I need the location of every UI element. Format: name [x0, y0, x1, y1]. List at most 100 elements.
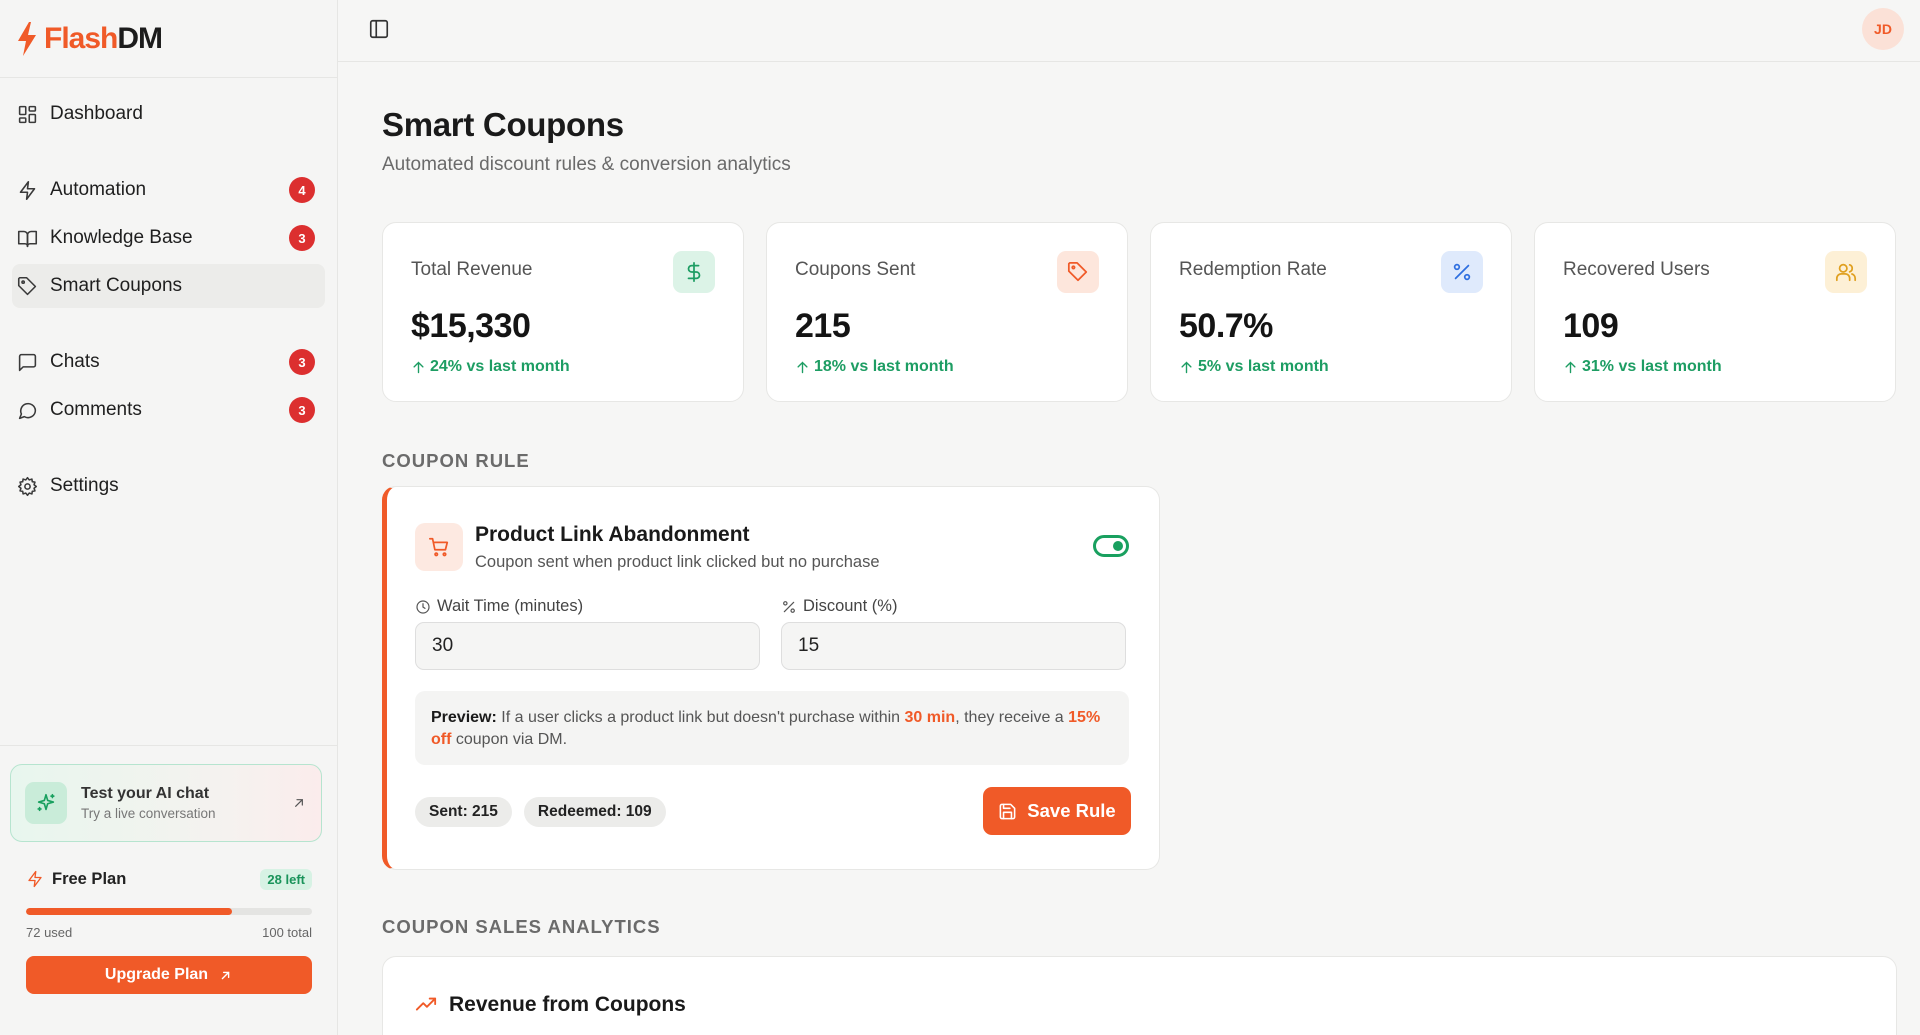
save-rule-button[interactable]: Save Rule [983, 787, 1131, 835]
stat-label: Coupons Sent [795, 259, 916, 280]
stat-value: 215 [795, 307, 851, 345]
sidebar-item-knowledge-base[interactable]: Knowledge Base 3 [12, 216, 325, 260]
avatar[interactable]: JD [1862, 8, 1904, 50]
rule-stats-chips: Sent: 215 Redeemed: 109 [415, 797, 666, 827]
preview-wait-highlight: 30 min [904, 709, 956, 726]
arrow-up-icon [413, 361, 424, 373]
arrow-up-right-icon [221, 971, 230, 979]
stat-trend: 18% vs last month [795, 358, 1099, 376]
clock-icon [416, 599, 430, 614]
coupon-rule-card: Product Link Abandonment Coupon sent whe… [382, 486, 1160, 870]
trending-up-icon [415, 997, 437, 1011]
arrow-up-right-icon [291, 795, 307, 811]
dollar-icon [673, 251, 715, 293]
page-subtitle: Automated discount rules & conversion an… [382, 154, 791, 175]
plan-remaining-badge: 28 left [260, 868, 312, 890]
redeemed-chip: Redeemed: 109 [523, 797, 666, 827]
stats-row: Total Revenue $15,330 24% vs last month … [382, 222, 1897, 402]
dashboard-icon [16, 103, 38, 125]
plan-total-label: 100 total [262, 925, 312, 940]
upgrade-label: Upgrade Plan [104, 966, 209, 983]
topbar: JD [338, 0, 1920, 62]
test-card-subtitle: Try a live conversation [81, 806, 216, 821]
sidebar-item-chats[interactable]: Chats 3 [12, 340, 325, 384]
panel-left-icon [369, 19, 389, 39]
save-icon [999, 803, 1016, 819]
stat-label: Redemption Rate [1179, 259, 1327, 280]
notification-badge: 3 [289, 349, 315, 375]
users-icon [1825, 251, 1867, 293]
stat-value: 50.7% [1179, 307, 1273, 345]
discount-input[interactable]: 15 [781, 622, 1126, 670]
revenue-analytics-card: Revenue from Coupons [382, 956, 1897, 1035]
brand-logo[interactable]: FlashDM [0, 0, 337, 78]
brand-name: FlashDM [44, 21, 163, 55]
save-rule-label: Save Rule [1027, 800, 1116, 821]
rule-enabled-toggle[interactable] [1093, 535, 1129, 557]
sidebar-item-smart-coupons[interactable]: Smart Coupons [12, 264, 325, 308]
plan-used-label: 72 used [26, 925, 73, 940]
sidebar-item-dashboard[interactable]: Dashboard [12, 92, 325, 136]
stat-card-total-revenue: Total Revenue $15,330 24% vs last month [382, 222, 744, 402]
sidebar-item-automation[interactable]: Automation 4 [12, 168, 325, 212]
cart-icon [415, 523, 463, 571]
analytics-card-title: Revenue from Coupons [449, 993, 686, 1016]
plan-title: Free Plan [52, 869, 127, 888]
rule-preview: Preview: If a user clicks a product link… [415, 691, 1129, 765]
plan-usage: Free Plan 28 left 72 used 100 total Upgr… [10, 864, 328, 994]
sidebar-item-label: Settings [50, 475, 119, 496]
sent-chip: Sent: 215 [415, 797, 512, 827]
main-content: Smart Coupons Automated discount rules &… [382, 62, 1897, 1035]
stat-card-coupons-sent: Coupons Sent 215 18% vs last month [766, 222, 1128, 402]
bolt-icon [16, 179, 38, 201]
arrow-up-icon [797, 361, 808, 373]
stat-trend: 5% vs last month [1179, 358, 1483, 376]
stat-label: Recovered Users [1563, 259, 1710, 280]
discount-label: Discount (%) [781, 597, 897, 616]
test-ai-chat-card[interactable]: Test your AI chat Try a live conversatio… [10, 764, 322, 842]
comment-icon [16, 399, 38, 421]
test-card-title: Test your AI chat [81, 785, 210, 802]
stat-trend: 24% vs last month [411, 358, 715, 376]
sidebar-nav: Dashboard Automation 4 Knowledge Base 3 … [0, 92, 337, 508]
sparkle-icon [25, 782, 67, 824]
sidebar: FlashDM Dashboard Automation 4 Knowledge… [0, 0, 338, 1035]
rule-name: Product Link Abandonment [475, 523, 750, 546]
sidebar-item-comments[interactable]: Comments 3 [12, 388, 325, 432]
tag-icon [16, 275, 38, 297]
arrow-up-icon [1181, 361, 1192, 373]
notification-badge: 3 [289, 397, 315, 423]
wait-time-label: Wait Time (minutes) [415, 597, 583, 616]
chat-icon [16, 351, 38, 373]
book-icon [16, 227, 38, 249]
sidebar-item-label: Automation [50, 179, 147, 200]
sidebar-item-label: Dashboard [50, 103, 143, 124]
stat-value: $15,330 [411, 307, 531, 345]
analytics-section-title: COUPON SALES ANALYTICS [382, 916, 661, 937]
sidebar-item-label: Knowledge Base [50, 227, 193, 248]
plan-progress-fill [26, 908, 232, 915]
stat-card-recovered-users: Recovered Users 109 31% vs last month [1534, 222, 1896, 402]
sidebar-item-label: Smart Coupons [50, 275, 183, 296]
sidebar-item-settings[interactable]: Settings [12, 464, 325, 508]
bolt-logo-icon [18, 21, 36, 56]
stat-card-redemption-rate: Redemption Rate 50.7% 5% vs last month [1150, 222, 1512, 402]
sidebar-toggle-button[interactable] [368, 18, 392, 42]
bolt-icon [28, 870, 42, 888]
notification-badge: 3 [289, 225, 315, 251]
rule-description: Coupon sent when product link clicked bu… [475, 553, 880, 571]
preview-lead: Preview: [431, 709, 497, 726]
stat-value: 109 [1563, 307, 1619, 345]
upgrade-plan-button[interactable]: Upgrade Plan [26, 956, 312, 994]
wait-time-input[interactable]: 30 [415, 622, 760, 670]
page-title: Smart Coupons [382, 106, 624, 143]
tag-icon [1057, 251, 1099, 293]
sidebar-item-label: Comments [50, 399, 142, 420]
toggle-knob [1113, 541, 1123, 551]
sidebar-footer: Test your AI chat Try a live conversatio… [0, 745, 338, 1035]
gear-icon [16, 475, 38, 497]
percent-icon [1441, 251, 1483, 293]
stat-label: Total Revenue [411, 259, 533, 280]
percent-icon [783, 600, 795, 613]
notification-badge: 4 [289, 177, 315, 203]
